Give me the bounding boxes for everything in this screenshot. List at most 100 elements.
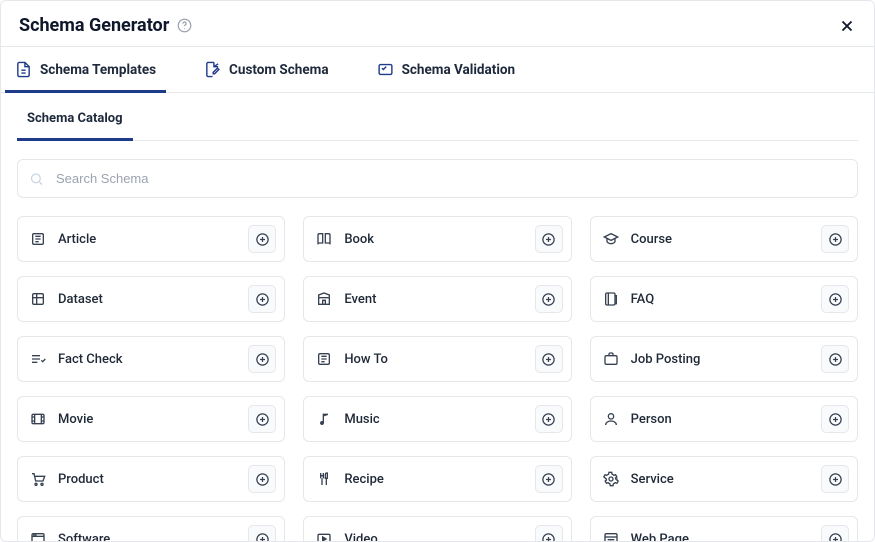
- search-wrap: [17, 159, 858, 198]
- schema-card-faq[interactable]: FAQ: [590, 276, 858, 322]
- schema-card-product[interactable]: Product: [17, 456, 285, 502]
- add-schema-button[interactable]: [821, 285, 849, 313]
- add-schema-button[interactable]: [248, 285, 276, 313]
- tab-custom-schema[interactable]: Custom Schema: [194, 47, 339, 92]
- plus-circle-icon: [255, 532, 270, 542]
- subtab-label: Schema Catalog: [27, 111, 123, 126]
- add-schema-button[interactable]: [821, 225, 849, 253]
- plus-circle-icon: [541, 232, 556, 247]
- add-schema-button[interactable]: [535, 405, 563, 433]
- schema-card-label: Web Page: [631, 532, 689, 542]
- file-edit-icon: [204, 61, 221, 78]
- add-schema-button[interactable]: [248, 405, 276, 433]
- add-schema-button[interactable]: [535, 465, 563, 493]
- recipe-icon: [316, 471, 334, 487]
- webpage-icon: [603, 531, 621, 541]
- schema-card-book[interactable]: Book: [303, 216, 571, 262]
- schema-card-event[interactable]: Event: [303, 276, 571, 322]
- schema-card-music[interactable]: Music: [303, 396, 571, 442]
- plus-circle-icon: [828, 292, 843, 307]
- schema-card-label: Movie: [58, 412, 93, 427]
- plus-circle-icon: [541, 352, 556, 367]
- main-tabs: Schema Templates Custom Schema Schema Va…: [1, 46, 874, 93]
- person-icon: [603, 411, 621, 427]
- file-icon: [15, 61, 32, 78]
- tab-schema-validation[interactable]: Schema Validation: [367, 47, 526, 92]
- plus-circle-icon: [828, 532, 843, 542]
- schema-card-article[interactable]: Article: [17, 216, 285, 262]
- add-schema-button[interactable]: [821, 345, 849, 373]
- schema-catalog-grid: Article Book Course Dataset Event FAQ Fact Che…: [17, 216, 858, 541]
- add-schema-button[interactable]: [248, 345, 276, 373]
- add-schema-button[interactable]: [821, 465, 849, 493]
- schema-card-label: Book: [344, 232, 374, 247]
- schema-card-video[interactable]: Video: [303, 516, 571, 541]
- close-button[interactable]: [838, 17, 856, 35]
- add-schema-button[interactable]: [535, 525, 563, 541]
- add-schema-button[interactable]: [248, 225, 276, 253]
- plus-circle-icon: [541, 532, 556, 542]
- schema-card-dataset[interactable]: Dataset: [17, 276, 285, 322]
- subtabs: Schema Catalog: [17, 93, 858, 141]
- add-schema-button[interactable]: [248, 525, 276, 541]
- schema-card-recipe[interactable]: Recipe: [303, 456, 571, 502]
- plus-circle-icon: [541, 412, 556, 427]
- dataset-icon: [30, 291, 48, 307]
- add-schema-button[interactable]: [248, 465, 276, 493]
- tab-label: Schema Templates: [40, 62, 156, 78]
- schema-card-how-to[interactable]: How To: [303, 336, 571, 382]
- schema-card-job-posting[interactable]: Job Posting: [590, 336, 858, 382]
- schema-card-service[interactable]: Service: [590, 456, 858, 502]
- schema-card-person[interactable]: Person: [590, 396, 858, 442]
- music-icon: [316, 411, 334, 427]
- validation-icon: [377, 61, 394, 78]
- plus-circle-icon: [255, 292, 270, 307]
- add-schema-button[interactable]: [821, 405, 849, 433]
- schema-card-label: Dataset: [58, 292, 103, 307]
- event-icon: [316, 291, 334, 307]
- subtab-schema-catalog[interactable]: Schema Catalog: [17, 93, 133, 140]
- tab-schema-templates[interactable]: Schema Templates: [5, 47, 166, 92]
- schema-card-label: Event: [344, 292, 376, 307]
- schema-card-label: Software: [58, 532, 110, 542]
- help-icon[interactable]: [177, 18, 192, 33]
- add-schema-button[interactable]: [821, 525, 849, 541]
- course-icon: [603, 231, 621, 247]
- plus-circle-icon: [541, 472, 556, 487]
- close-icon: [838, 17, 856, 35]
- schema-card-label: Product: [58, 472, 104, 487]
- header: Schema Generator: [1, 1, 874, 46]
- schema-card-software[interactable]: Software: [17, 516, 285, 541]
- plus-circle-icon: [828, 352, 843, 367]
- content-area: Schema Catalog Article Book Course Dataset E…: [1, 93, 874, 541]
- plus-circle-icon: [828, 472, 843, 487]
- factcheck-icon: [30, 351, 48, 367]
- tab-label: Schema Validation: [402, 62, 516, 78]
- add-schema-button[interactable]: [535, 225, 563, 253]
- schema-card-label: Job Posting: [631, 352, 701, 367]
- schema-card-course[interactable]: Course: [590, 216, 858, 262]
- schema-card-label: Article: [58, 232, 96, 247]
- plus-circle-icon: [255, 232, 270, 247]
- schema-card-label: Recipe: [344, 472, 384, 487]
- product-icon: [30, 471, 48, 487]
- video-icon: [316, 531, 334, 541]
- add-schema-button[interactable]: [535, 285, 563, 313]
- schema-card-label: Course: [631, 232, 672, 247]
- plus-circle-icon: [255, 412, 270, 427]
- howto-icon: [316, 351, 334, 367]
- schema-card-label: FAQ: [631, 292, 655, 307]
- schema-card-movie[interactable]: Movie: [17, 396, 285, 442]
- plus-circle-icon: [255, 472, 270, 487]
- service-icon: [603, 471, 621, 487]
- schema-card-web-page[interactable]: Web Page: [590, 516, 858, 541]
- jobposting-icon: [603, 351, 621, 367]
- schema-card-label: How To: [344, 352, 388, 367]
- software-icon: [30, 531, 48, 541]
- schema-card-fact-check[interactable]: Fact Check: [17, 336, 285, 382]
- search-input[interactable]: [17, 159, 858, 198]
- add-schema-button[interactable]: [535, 345, 563, 373]
- faq-icon: [603, 291, 621, 307]
- plus-circle-icon: [541, 292, 556, 307]
- page-title: Schema Generator: [19, 15, 169, 36]
